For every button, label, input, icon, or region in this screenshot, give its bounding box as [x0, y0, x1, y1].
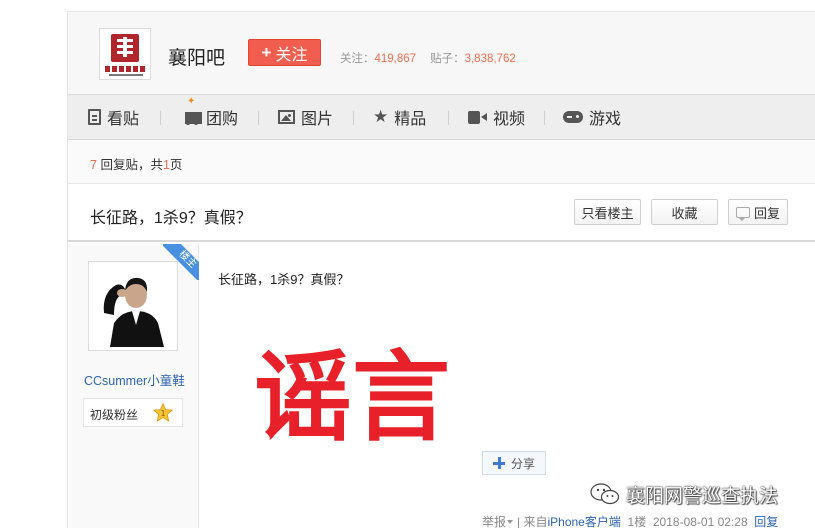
nav-divider	[544, 111, 545, 125]
avatar-image	[92, 265, 174, 347]
followers-count: 419,867	[374, 53, 417, 65]
rumor-text: 谣言	[254, 341, 450, 455]
follow-button[interactable]: + 关注	[248, 39, 321, 66]
thread-title: 长征路，1杀9？真假？	[90, 210, 252, 227]
video-icon	[468, 110, 487, 124]
watermark: 襄阳网警巡查执法	[590, 480, 778, 508]
document-icon	[88, 109, 101, 125]
comment-icon	[735, 206, 750, 221]
page-count: 1	[162, 158, 170, 172]
post-image-rumor: 谣言	[254, 341, 450, 455]
nav-divider	[353, 111, 354, 125]
nav-item-featured[interactable]: ★ 精品	[373, 95, 426, 139]
nav-item-posts[interactable]: 看贴	[88, 95, 139, 139]
caret-down-icon	[507, 519, 514, 524]
level-name: 初级粉丝	[90, 408, 139, 422]
nav-item-games[interactable]: 游戏	[563, 95, 621, 139]
owner-badge: 楼主	[163, 244, 199, 280]
nav-divider	[160, 111, 161, 125]
posts-count: 3,838,762	[464, 53, 516, 65]
watermark-text: 襄阳网警巡查执法	[626, 485, 779, 507]
logo-caption	[105, 66, 147, 72]
source-client-link[interactable]: iPhone客户端	[547, 515, 620, 528]
gamepad-icon	[563, 111, 583, 123]
forum-nav: 看贴 ✦ 团购 图片 ★ 精品 视频 游戏	[68, 94, 815, 140]
report-link[interactable]: 举报	[482, 515, 506, 528]
picture-icon	[278, 110, 295, 124]
forum-name[interactable]: 襄阳吧	[168, 43, 225, 70]
forum-logo[interactable]	[99, 28, 151, 80]
floor-number: 1楼	[627, 515, 647, 528]
nav-item-video[interactable]: 视频	[468, 95, 525, 139]
post-timestamp: 2018-08-01 02:28	[652, 515, 748, 528]
only-owner-button[interactable]: 只看楼主	[574, 199, 641, 225]
reply-count: 7	[90, 158, 97, 172]
reply-summary-middle: 回复贴，共	[100, 158, 163, 172]
thread-title-bar: 长征路，1杀9？真假？ 只看楼主 收藏 回复	[68, 184, 815, 242]
cart-icon	[182, 109, 202, 125]
nav-label: 看贴	[107, 111, 140, 128]
logo-subcaption	[109, 74, 143, 76]
nav-label: 精品	[394, 111, 427, 128]
plus-icon: +	[261, 42, 272, 62]
share-label: 分享	[510, 456, 535, 471]
reply-summary-text: 7 回复贴，共1页	[90, 154, 182, 173]
author-username[interactable]: CCsummer小童鞋	[84, 370, 194, 389]
star-icon: ★	[373, 107, 389, 126]
forum-header: 襄阳吧 + 关注 关注：419,867 贴子：3,838,762	[68, 11, 815, 94]
followers-label: 关注：	[340, 53, 375, 65]
author-level[interactable]: 初级粉丝 1	[83, 398, 183, 427]
follow-label: 关注	[275, 46, 308, 64]
level-number: 1	[160, 409, 165, 418]
nav-label: 团购	[206, 111, 239, 128]
posts-label: 贴子：	[430, 53, 465, 65]
nav-divider	[448, 111, 449, 125]
share-button[interactable]: 分享	[482, 451, 546, 475]
reply-button[interactable]: 回复	[728, 199, 788, 225]
reply-label: 回复	[753, 205, 780, 221]
logo-seal-icon	[111, 34, 139, 62]
forum-stats: 关注：419,867 贴子：3,838,762	[340, 50, 516, 66]
post-text: 长征路，1杀9？真假？	[218, 272, 350, 287]
author-panel: CCsummer小童鞋 初级粉丝 1	[68, 244, 199, 528]
level-star-icon: 1	[153, 403, 173, 422]
post-meta: 举报 | 来自iPhone客户端 1楼 2018-08-01 02:28 回复	[482, 513, 778, 528]
reply-summary-end: 页	[169, 158, 183, 172]
nav-label: 游戏	[589, 111, 622, 128]
reply-summary: 7 回复贴，共1页	[68, 141, 815, 184]
share-plus-icon	[492, 457, 505, 469]
nav-label: 视频	[493, 111, 526, 128]
nav-divider	[258, 111, 259, 125]
source-prefix: | 来自	[517, 515, 548, 528]
wechat-icon	[590, 483, 620, 505]
favorite-button[interactable]: 收藏	[651, 199, 718, 225]
post-reply-link[interactable]: 回复	[754, 515, 778, 528]
nav-item-groupbuy[interactable]: 团购	[182, 95, 238, 139]
logo-image	[103, 32, 147, 76]
forum-page: 襄阳吧 + 关注 关注：419,867 贴子：3,838,762 看贴 ✦ 团购 …	[67, 11, 815, 528]
nav-label: 图片	[301, 111, 334, 128]
owner-badge-label: 楼主	[163, 244, 199, 280]
nav-item-pictures[interactable]: 图片	[278, 95, 333, 139]
